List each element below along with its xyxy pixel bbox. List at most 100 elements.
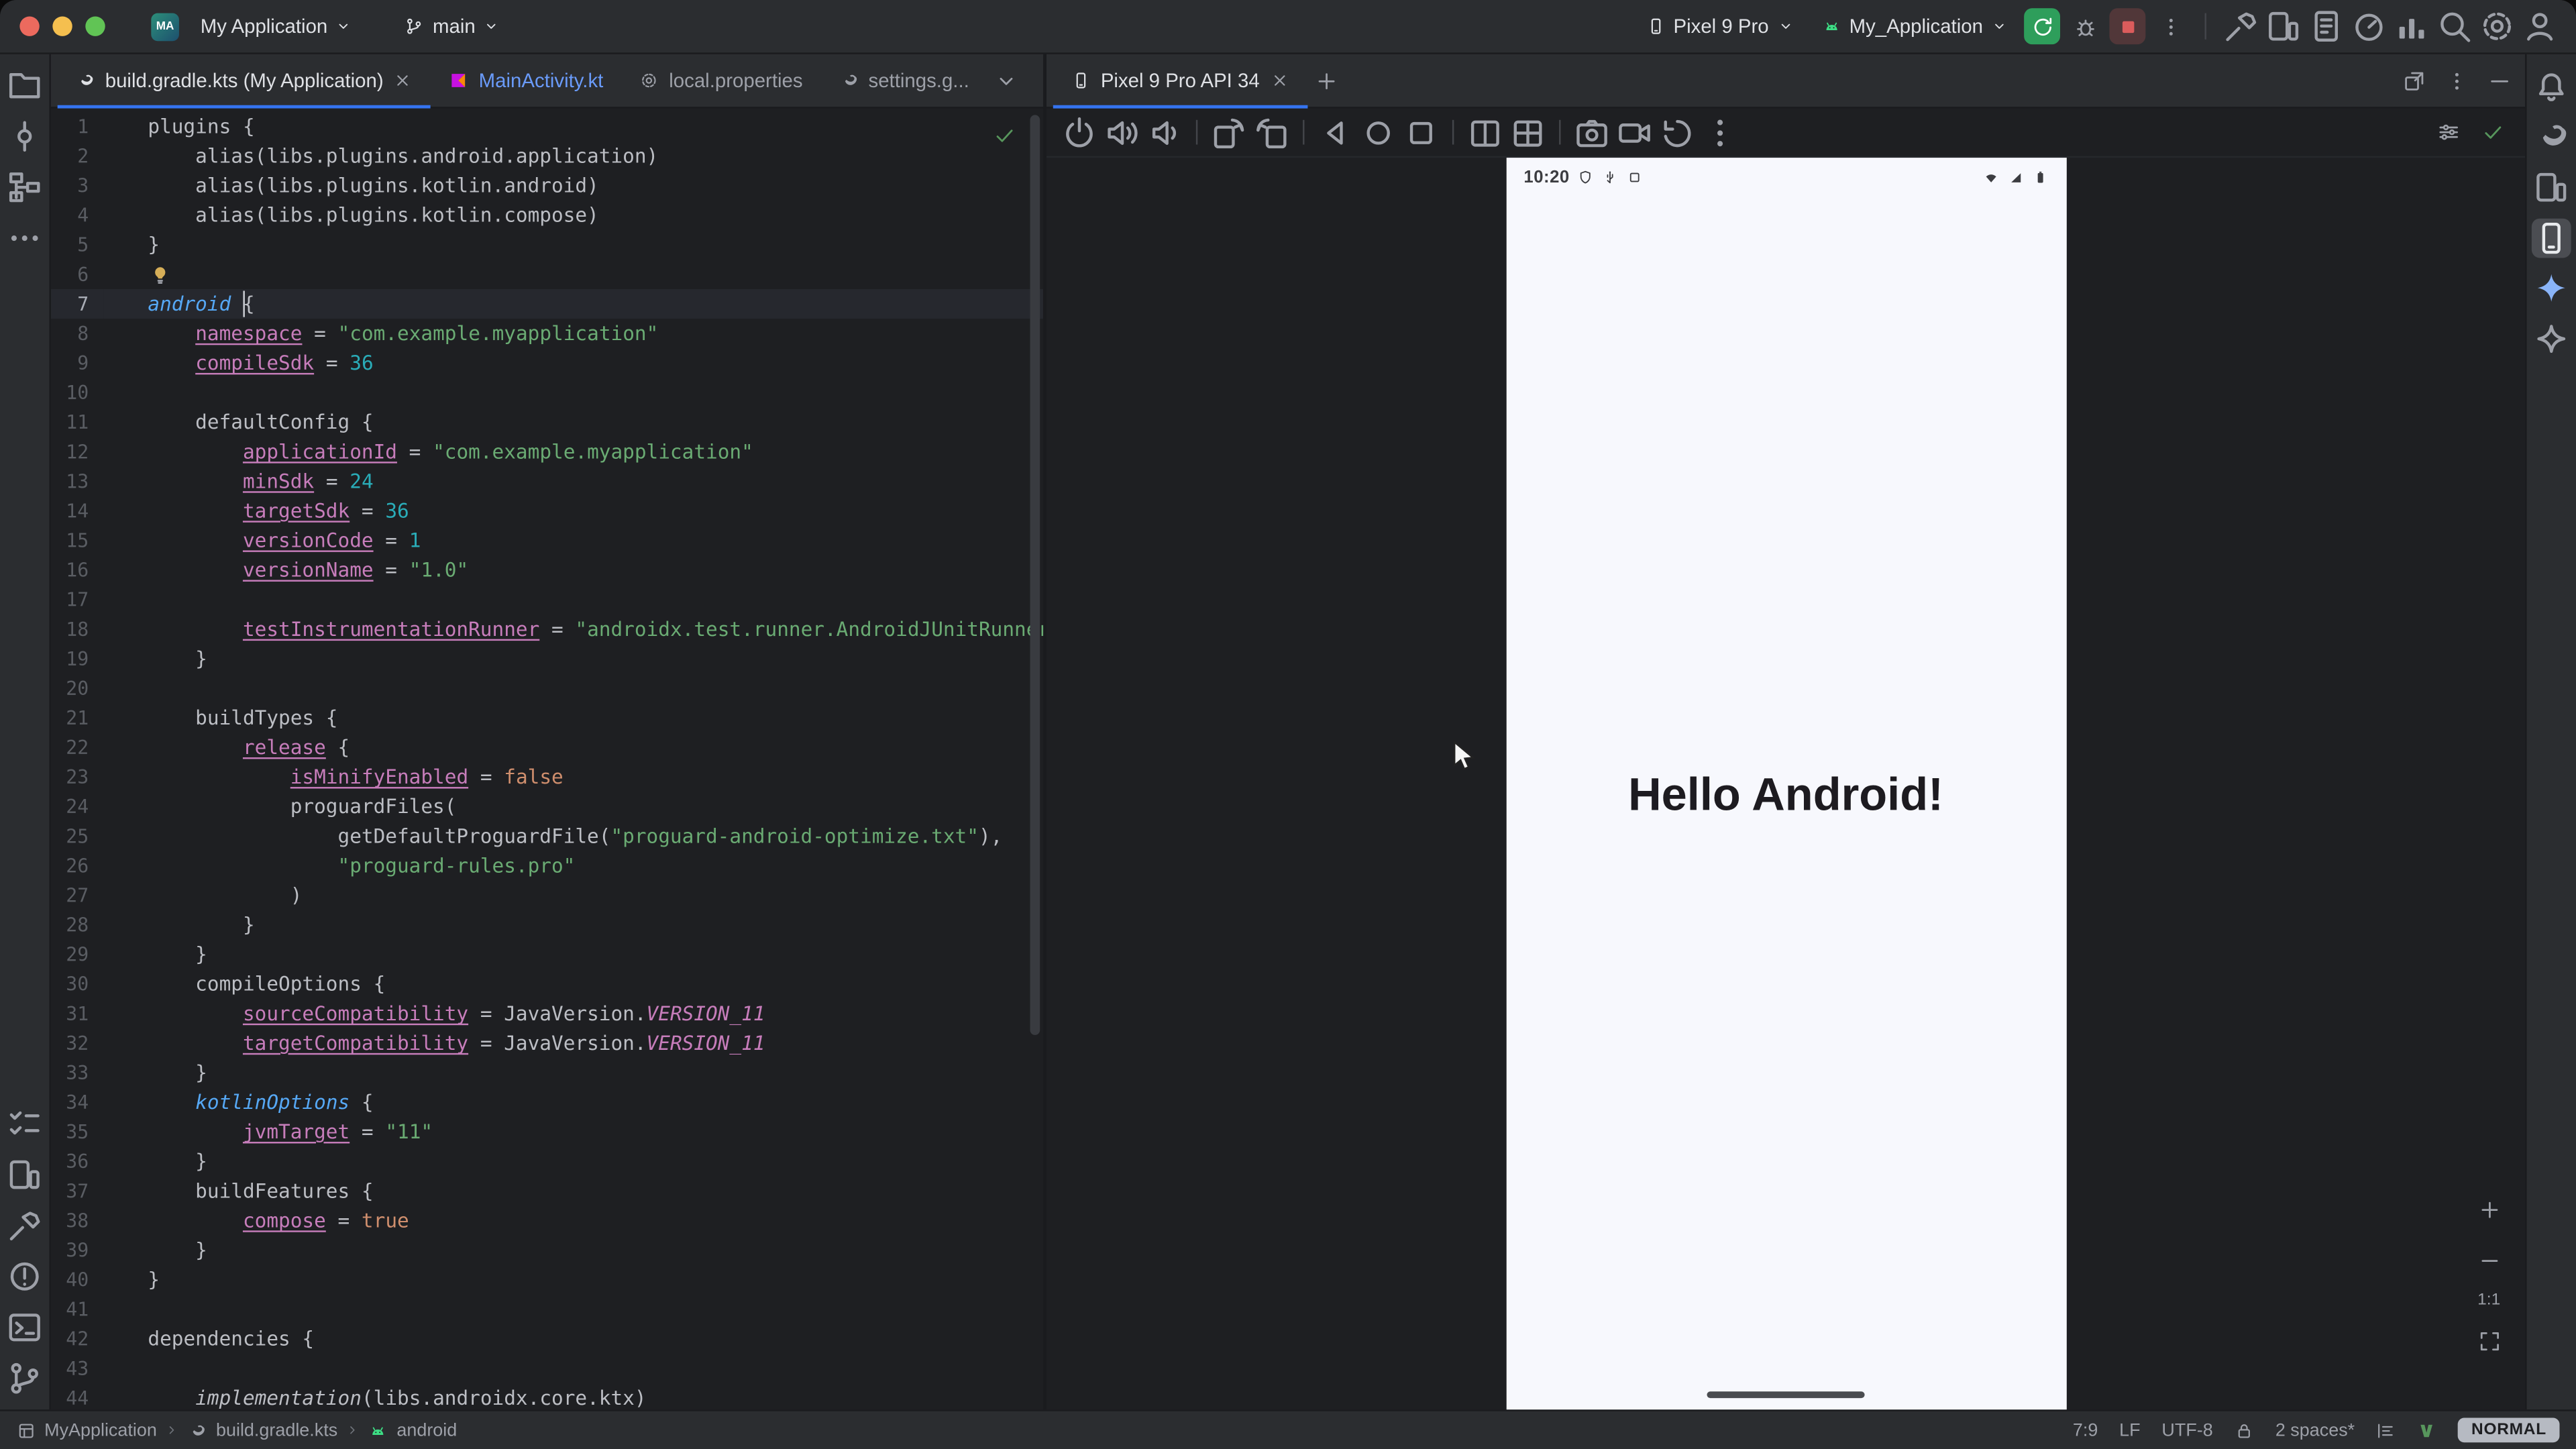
- build-icon[interactable]: [5, 1206, 44, 1246]
- code-line[interactable]: isMinifyEnabled = false: [103, 762, 1043, 792]
- code-line[interactable]: [103, 585, 1043, 614]
- device-manager-icon[interactable]: [2264, 7, 2304, 46]
- code-line[interactable]: }: [103, 230, 1043, 260]
- branch-selector[interactable]: main: [393, 8, 511, 44]
- todo-icon[interactable]: [5, 1104, 44, 1144]
- run-configuration-selector[interactable]: My_Application: [1810, 8, 2019, 44]
- rerun-button[interactable]: [2024, 8, 2060, 44]
- line-number[interactable]: 18: [51, 614, 103, 644]
- debug-button[interactable]: [2065, 7, 2104, 46]
- line-number[interactable]: 33: [51, 1058, 103, 1087]
- line-number[interactable]: 23: [51, 762, 103, 792]
- screenshot-icon[interactable]: [1572, 113, 1612, 152]
- running-devices-icon[interactable]: [2532, 219, 2571, 258]
- code-line[interactable]: [103, 378, 1043, 407]
- code-line[interactable]: implementation(libs.androidx.core.ktx): [103, 1383, 1043, 1409]
- fullscreen-window-button[interactable]: [85, 16, 105, 36]
- code-line[interactable]: buildTypes {: [103, 703, 1043, 733]
- line-number[interactable]: 12: [51, 437, 103, 466]
- code-line[interactable]: release {: [103, 733, 1043, 762]
- more-v-icon[interactable]: [1701, 113, 1740, 152]
- code-line[interactable]: getDefaultProguardFile("proguard-android…: [103, 821, 1043, 851]
- open-in-new-window-button[interactable]: [2394, 61, 2433, 101]
- editor-scrollbar[interactable]: [1030, 115, 1040, 1034]
- inspection-status-icon[interactable]: [992, 123, 1017, 148]
- project-selector[interactable]: My Application: [189, 8, 364, 44]
- add-device-tab-button[interactable]: [1307, 61, 1347, 101]
- hide-panel-button[interactable]: [2479, 61, 2519, 101]
- branch-icon[interactable]: [5, 1358, 44, 1398]
- code-line[interactable]: testInstrumentationRunner = "androidx.te…: [103, 614, 1043, 644]
- line-number[interactable]: 39: [51, 1236, 103, 1265]
- search-icon[interactable]: [2434, 7, 2474, 46]
- ideavim-icon[interactable]: [2417, 1420, 2436, 1440]
- code-line[interactable]: buildFeatures {: [103, 1176, 1043, 1205]
- code-line[interactable]: compileOptions {: [103, 969, 1043, 999]
- project-folder-icon[interactable]: [5, 66, 44, 105]
- zoom-out-button[interactable]: [2469, 1240, 2509, 1280]
- device-tab[interactable]: Pixel 9 Pro API 34: [1053, 54, 1307, 107]
- build-icon[interactable]: [2221, 7, 2261, 46]
- indent-widget[interactable]: 2 spaces*: [2275, 1420, 2355, 1440]
- line-number[interactable]: 38: [51, 1206, 103, 1236]
- line-number[interactable]: 32: [51, 1028, 103, 1058]
- fold-icon[interactable]: [1465, 113, 1505, 152]
- indent-guides-icon[interactable]: [2376, 1420, 2396, 1440]
- line-number[interactable]: 7: [51, 289, 103, 319]
- notifications-icon[interactable]: [2532, 66, 2571, 105]
- volume-down-icon[interactable]: [1145, 113, 1185, 152]
- profiler-icon[interactable]: [2349, 7, 2389, 46]
- tab-mainactivity[interactable]: MainActivity.kt: [431, 54, 622, 107]
- zoom-reset-button[interactable]: 1:1: [2477, 1291, 2500, 1309]
- caret-position-widget[interactable]: 7:9: [2073, 1420, 2098, 1440]
- line-number[interactable]: 42: [51, 1324, 103, 1354]
- code-line[interactable]: proguardFiles(: [103, 792, 1043, 821]
- code-line[interactable]: alias(libs.plugins.kotlin.compose): [103, 201, 1043, 230]
- code-line[interactable]: jvmTarget = "11": [103, 1117, 1043, 1146]
- line-number[interactable]: 5: [51, 230, 103, 260]
- code-line[interactable]: [103, 260, 1043, 289]
- line-number[interactable]: 6: [51, 260, 103, 289]
- volume-up-icon[interactable]: [1102, 113, 1142, 152]
- problems-icon[interactable]: [5, 1256, 44, 1296]
- code-editor[interactable]: 1234567891011121314151617181920212223242…: [51, 109, 1043, 1410]
- app-insights-icon[interactable]: [2392, 7, 2432, 46]
- code-line[interactable]: targetSdk = 36: [103, 496, 1043, 526]
- overview-icon[interactable]: [1401, 113, 1441, 152]
- logcat-icon[interactable]: [2306, 7, 2346, 46]
- code-line[interactable]: }: [103, 1265, 1043, 1295]
- panel-options-button[interactable]: [2436, 61, 2476, 101]
- line-number[interactable]: 25: [51, 821, 103, 851]
- screen-record-icon[interactable]: [1615, 113, 1654, 152]
- device-manager-icon[interactable]: [5, 1155, 44, 1195]
- rotate-right-icon[interactable]: [1252, 113, 1291, 152]
- line-number[interactable]: 14: [51, 496, 103, 526]
- breadcrumb-block[interactable]: android: [369, 1420, 458, 1440]
- line-number[interactable]: 30: [51, 969, 103, 999]
- code-line[interactable]: dependencies {: [103, 1324, 1043, 1354]
- commit-icon[interactable]: [5, 117, 44, 156]
- breadcrumb-file[interactable]: build.gradle.kts: [188, 1420, 337, 1440]
- stop-button[interactable]: [2109, 8, 2145, 44]
- line-number[interactable]: 4: [51, 201, 103, 230]
- line-number[interactable]: 37: [51, 1176, 103, 1205]
- line-number[interactable]: 8: [51, 319, 103, 348]
- code-line[interactable]: }: [103, 644, 1043, 674]
- unfold-icon[interactable]: [1508, 113, 1548, 152]
- code-line[interactable]: versionName = "1.0": [103, 555, 1043, 585]
- device-selector[interactable]: Pixel 9 Pro: [1634, 8, 1805, 44]
- code-line[interactable]: }: [103, 910, 1043, 940]
- close-window-button[interactable]: [19, 16, 39, 36]
- line-number[interactable]: 35: [51, 1117, 103, 1146]
- code-line[interactable]: defaultConfig {: [103, 407, 1043, 437]
- tab-local-properties[interactable]: local.properties: [621, 54, 820, 107]
- code-line[interactable]: }: [103, 1146, 1043, 1176]
- tab-build-gradle[interactable]: build.gradle.kts (My Application): [58, 54, 431, 107]
- line-separator-widget[interactable]: LF: [2119, 1420, 2140, 1440]
- line-number[interactable]: 10: [51, 378, 103, 407]
- line-number[interactable]: 43: [51, 1354, 103, 1383]
- more-run-actions-button[interactable]: [2151, 7, 2190, 46]
- code-line[interactable]: ): [103, 881, 1043, 910]
- code-line[interactable]: kotlinOptions {: [103, 1087, 1043, 1117]
- code-line[interactable]: compose = true: [103, 1206, 1043, 1236]
